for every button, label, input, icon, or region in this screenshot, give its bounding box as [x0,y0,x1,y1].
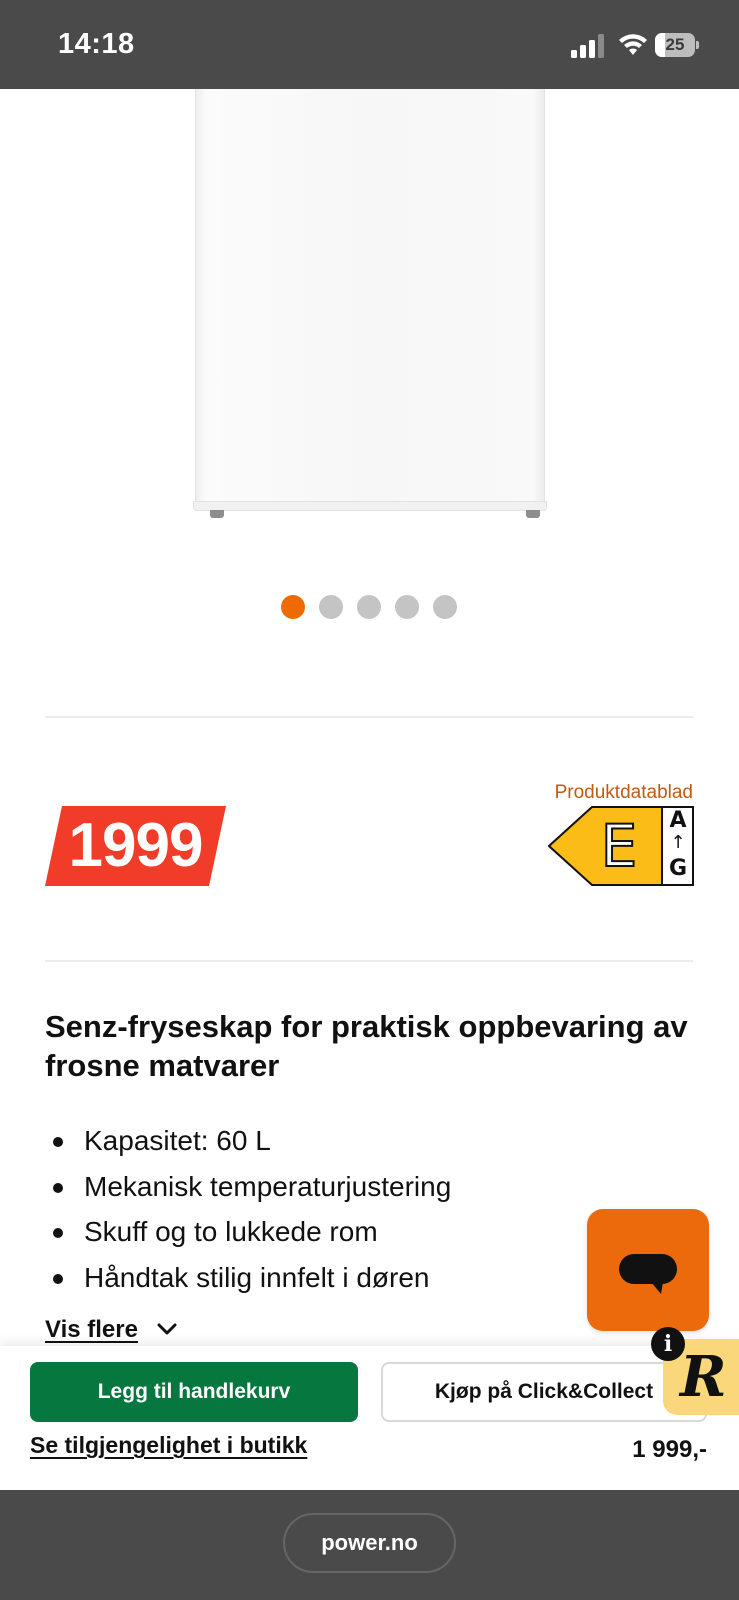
info-icon[interactable]: i [651,1327,685,1361]
carousel-dots[interactable] [281,595,457,619]
show-more-link[interactable]: Vis flere [45,1316,138,1344]
click-collect-button[interactable]: Kjøp på Click&Collect [381,1362,707,1422]
carousel-dot[interactable] [357,595,381,619]
battery-icon: 25 [655,33,699,57]
arrow-up-icon: ↑ [670,832,686,853]
wifi-icon [619,34,647,55]
fridge-product-image [195,89,545,509]
divider [45,960,693,962]
feature-item: Håndtak stilig innfelt i døren [45,1255,451,1301]
product-title: Senz-fryseskap for praktisk oppbevaring … [45,1009,688,1083]
chat-bubble-icon [619,1254,677,1294]
price-value: 1999 [68,811,204,880]
add-to-cart-button[interactable]: Legg til handlekurv [30,1362,358,1422]
status-bar: 14:18 25 [0,0,739,89]
feature-item: Mekanisk temperaturjustering [45,1164,451,1210]
feature-item: Skuff og to lukkede rom [45,1209,451,1255]
carousel-dot[interactable] [395,595,419,619]
carousel-dot[interactable] [433,595,457,619]
product-image[interactable] [0,89,739,529]
chevron-down-icon[interactable] [156,1320,178,1338]
energy-class: E [600,811,639,881]
url-bar[interactable]: power.no [283,1513,456,1573]
fridge-base [193,501,547,511]
energy-scale-bottom: G [668,856,688,881]
feature-list: Kapasitet: 60 L Mekanisk temperaturjuste… [45,1118,451,1300]
store-availability-link[interactable]: Se tilgjengelighet i butikk [30,1432,307,1459]
battery-percent: 25 [665,35,685,54]
signal-icon [571,34,604,58]
energy-scale-top: A [669,808,687,833]
status-time: 14:18 [58,28,135,60]
carousel-dot[interactable] [281,595,305,619]
product-datasheet-link[interactable]: Produktdatablad [555,782,693,804]
fridge-foot-left [210,510,224,518]
divider [45,716,693,718]
review-logo-icon[interactable]: R [680,1342,739,1412]
feature-item: Kapasitet: 60 L [45,1118,451,1164]
chat-button[interactable] [587,1209,709,1331]
carousel-dot[interactable] [319,595,343,619]
sticky-price: 1 999,- [632,1436,707,1463]
fridge-foot-right [526,510,540,518]
